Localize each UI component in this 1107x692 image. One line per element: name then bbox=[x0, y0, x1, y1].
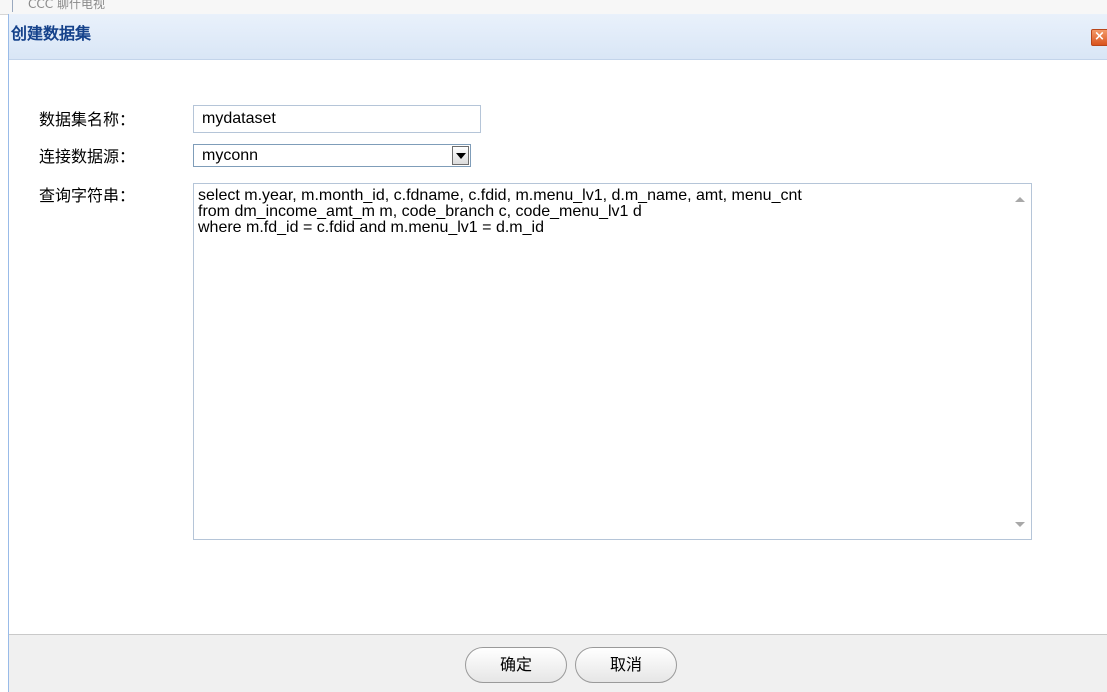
tree-line-icon bbox=[12, 0, 19, 12]
confirm-button[interactable]: 确定 bbox=[465, 647, 567, 683]
cancel-button[interactable]: 取消 bbox=[575, 647, 677, 683]
dropdown-arrow-icon[interactable] bbox=[452, 146, 469, 165]
datasource-selected-value: myconn bbox=[202, 147, 259, 164]
datasource-select[interactable]: myconn bbox=[193, 144, 471, 167]
query-string-label: 查询字符串： bbox=[39, 186, 136, 205]
dataset-name-label: 数据集名称： bbox=[39, 110, 136, 129]
create-dataset-dialog: 创建数据集 × 数据集名称： 连接数据源： myconn 查询字符串： sele… bbox=[8, 14, 1107, 692]
dialog-body: 数据集名称： 连接数据源： myconn 查询字符串： select m.yea… bbox=[9, 60, 1107, 634]
query-scrollbar[interactable] bbox=[1009, 184, 1031, 539]
background-app-strip: CCC 聊什电视 bbox=[0, 0, 1107, 15]
scroll-up-arrow-icon[interactable] bbox=[1015, 197, 1025, 202]
query-string-textarea[interactable]: select m.year, m.month_id, c.fdname, c.f… bbox=[193, 183, 1032, 540]
close-icon[interactable]: × bbox=[1091, 29, 1107, 46]
dataset-name-input[interactable] bbox=[193, 105, 481, 133]
query-string-text[interactable]: select m.year, m.month_id, c.fdname, c.f… bbox=[198, 188, 998, 236]
dialog-footer: 确定 取消 bbox=[9, 634, 1107, 692]
background-strip-text: CCC 聊什电视 bbox=[28, 0, 105, 11]
scroll-down-arrow-icon[interactable] bbox=[1015, 522, 1025, 527]
dialog-titlebar[interactable]: 创建数据集 × bbox=[9, 14, 1107, 60]
dialog-title: 创建数据集 bbox=[11, 24, 92, 43]
datasource-label: 连接数据源： bbox=[39, 147, 136, 166]
page: CCC 聊什电视 创建数据集 × 数据集名称： 连接数据源： myconn 查询… bbox=[0, 0, 1107, 692]
